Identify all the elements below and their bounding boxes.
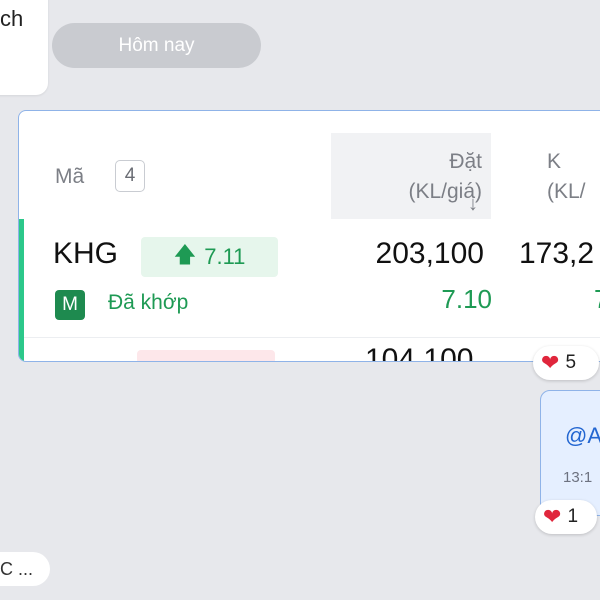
row-status-accent: [19, 219, 24, 361]
matched-quantity: 173,2: [519, 237, 595, 270]
next-row-change-badge: [137, 350, 275, 361]
price-change-badge: 🡅 7.11: [141, 237, 278, 277]
order-column-title: Đặt: [449, 150, 482, 173]
heart-icon: ❤: [543, 504, 562, 529]
order-quantity: 203,100: [375, 237, 484, 270]
date-divider: Hôm nay: [52, 23, 261, 68]
message-bubble[interactable]: ch: [0, 0, 48, 95]
price-change-value: 7.11: [204, 244, 246, 269]
message-time: 13:1: [563, 469, 593, 486]
table-header: Mã 4 Đặt (KL/giá) ↓ K (KL/: [19, 111, 600, 219]
sent-message-bubble[interactable]: @A 13:1: [540, 390, 600, 516]
matched-column-subtitle: (KL/: [547, 180, 586, 203]
matched-column-title: K: [547, 150, 562, 173]
order-status: Đã khớp: [108, 291, 189, 314]
chat-view: ch Hôm nay Mã 4 Đặt (KL/giá) ↓ K (KL/ KH…: [0, 0, 600, 600]
next-row-quantity: 104,100: [365, 345, 473, 361]
ticker-symbol[interactable]: KHG: [53, 237, 118, 271]
symbol-column-header: Mã: [55, 165, 85, 188]
order-count-badge: 4: [115, 160, 145, 192]
message-text: ch: [0, 6, 24, 31]
matched-column-header[interactable]: K (KL/: [547, 147, 586, 207]
order-price: 7.10: [441, 284, 492, 314]
reaction-chip[interactable]: ❤ 5: [533, 346, 599, 380]
message-preview-chip[interactable]: C ...: [0, 552, 50, 586]
arrow-up-icon: 🡅: [173, 242, 197, 267]
reaction-count: 5: [565, 352, 577, 373]
arrow-down-icon[interactable]: ↓: [468, 193, 478, 216]
reaction-chip[interactable]: ❤ 1: [535, 500, 597, 534]
matched-price: 7: [594, 284, 600, 315]
heart-icon: ❤: [541, 350, 560, 375]
order-table-card[interactable]: Mã 4 Đặt (KL/giá) ↓ K (KL/ KHG 🡅 7.11 M …: [18, 110, 600, 362]
market-badge: M: [55, 290, 85, 320]
mention-link[interactable]: @A: [565, 423, 600, 449]
reaction-count: 1: [567, 506, 579, 527]
row-divider: [24, 337, 600, 338]
